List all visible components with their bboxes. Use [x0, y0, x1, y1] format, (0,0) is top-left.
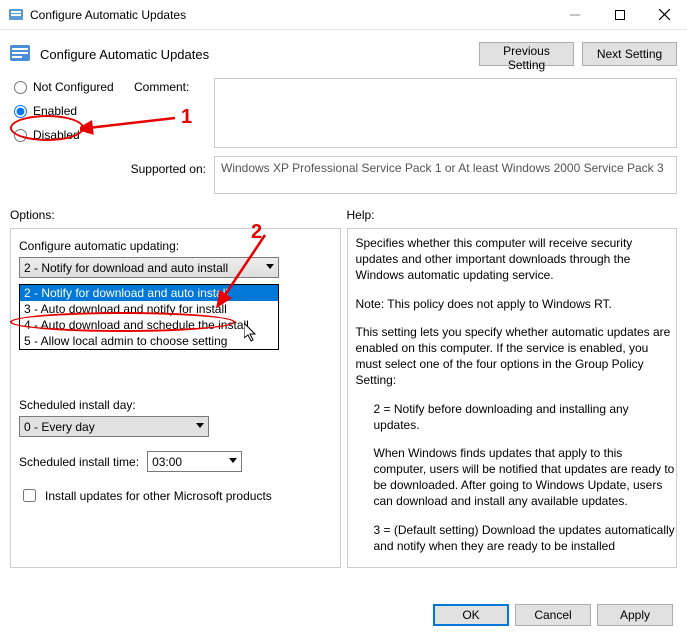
- help-text: When Windows finds updates that apply to…: [356, 445, 677, 510]
- configure-updating-label: Configure automatic updating:: [19, 239, 332, 253]
- dropdown-option[interactable]: 5 - Allow local admin to choose setting: [20, 333, 278, 349]
- comment-textarea[interactable]: [214, 78, 677, 148]
- radio-label: Not Configured: [33, 80, 114, 94]
- chevron-down-icon: [229, 458, 237, 463]
- scheduled-time-combo[interactable]: 03:00: [147, 451, 242, 472]
- help-text: Note: This policy does not apply to Wind…: [356, 296, 677, 312]
- help-text: 3 = (Default setting) Download the updat…: [356, 522, 677, 554]
- options-label: Options:: [10, 204, 341, 228]
- install-other-checkbox[interactable]: [23, 489, 36, 502]
- help-text: Specifies whether this computer will rec…: [356, 235, 677, 284]
- scheduled-day-combo[interactable]: 0 - Every day: [19, 416, 209, 437]
- help-text: 2 = Notify before downloading and instal…: [356, 401, 677, 433]
- previous-setting-button[interactable]: Previous Setting: [479, 42, 574, 66]
- chevron-down-icon: [266, 264, 274, 269]
- radio-label: Enabled: [33, 104, 77, 118]
- supported-on-text: Windows XP Professional Service Pack 1 o…: [214, 156, 677, 194]
- radio-not-configured[interactable]: Not Configured: [14, 80, 134, 94]
- combo-value: 2 - Notify for download and auto install: [24, 261, 228, 275]
- scheduled-day-label: Scheduled install day:: [19, 398, 332, 412]
- scheduled-time-label: Scheduled install time:: [19, 455, 139, 469]
- ok-button[interactable]: OK: [433, 604, 509, 626]
- radio-not-configured-input[interactable]: [14, 81, 27, 94]
- combo-value: 0 - Every day: [24, 420, 95, 434]
- comment-label: Comment:: [134, 78, 214, 108]
- install-other-label: Install updates for other Microsoft prod…: [45, 489, 272, 503]
- apply-button[interactable]: Apply: [597, 604, 673, 626]
- radio-enabled-input[interactable]: [14, 105, 27, 118]
- configure-updating-dropdown: 2 - Notify for download and auto install…: [19, 284, 279, 350]
- configure-updating-combo[interactable]: 2 - Notify for download and auto install: [19, 257, 279, 278]
- dropdown-option[interactable]: 2 - Notify for download and auto install: [20, 285, 278, 301]
- chevron-down-icon: [196, 423, 204, 428]
- radio-disabled[interactable]: Disabled: [14, 128, 134, 142]
- page-title: Configure Automatic Updates: [40, 47, 471, 62]
- radio-label: Disabled: [33, 128, 80, 142]
- maximize-button[interactable]: [597, 0, 642, 29]
- radio-enabled[interactable]: Enabled: [14, 104, 134, 118]
- supported-on-label: Supported on:: [14, 156, 214, 176]
- window-title: Configure Automatic Updates: [30, 8, 552, 22]
- help-label: Help:: [347, 204, 678, 228]
- combo-value: 03:00: [152, 455, 182, 469]
- dropdown-option[interactable]: 4 - Auto download and schedule the insta…: [20, 317, 278, 333]
- help-text: This setting lets you specify whether au…: [356, 324, 677, 389]
- help-panel[interactable]: Specifies whether this computer will rec…: [347, 228, 678, 568]
- radio-disabled-input[interactable]: [14, 129, 27, 142]
- dropdown-option[interactable]: 3 - Auto download and notify for install: [20, 301, 278, 317]
- next-setting-button[interactable]: Next Setting: [582, 42, 677, 66]
- cancel-button[interactable]: Cancel: [515, 604, 591, 626]
- app-icon: [8, 7, 24, 23]
- minimize-button[interactable]: [552, 0, 597, 29]
- policy-icon: [8, 42, 32, 66]
- help-text: Windows finds updates that apply to the …: [356, 566, 677, 568]
- close-button[interactable]: [642, 0, 687, 29]
